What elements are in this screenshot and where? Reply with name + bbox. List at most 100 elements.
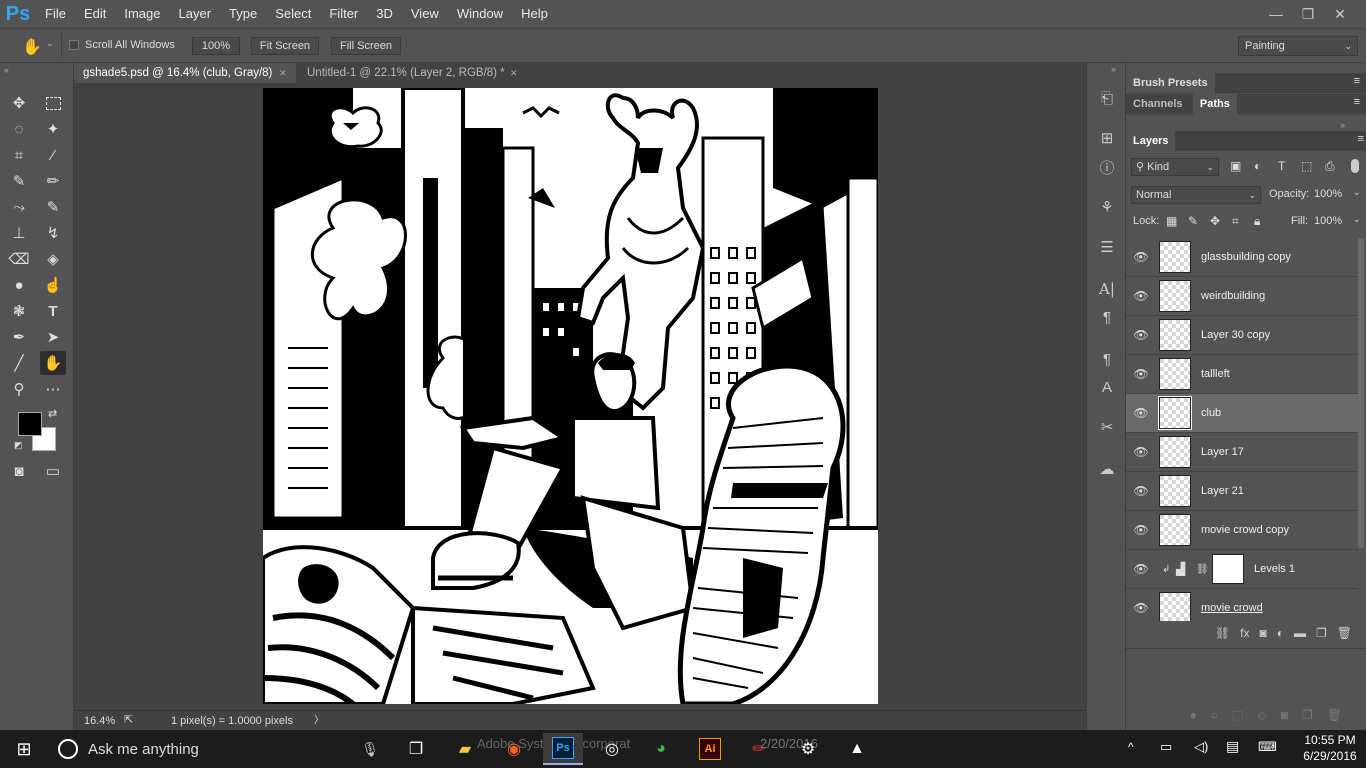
hand-icon[interactable]: ✋ <box>22 37 42 57</box>
adjustment-layer-icon[interactable]: ◐ <box>1277 626 1284 640</box>
clock[interactable]: 10:55 PM 6/29/2016 <box>1300 732 1360 764</box>
tab-channels[interactable]: Channels <box>1126 94 1190 114</box>
lock-position-icon[interactable]: ✥ <box>1210 214 1220 228</box>
menu-edit[interactable]: Edit <box>75 0 115 28</box>
hand-tool-icon[interactable]: ✋ <box>40 351 66 375</box>
eye-icon[interactable]: 👁︎ <box>1126 367 1156 381</box>
menu-help[interactable]: Help <box>512 0 557 28</box>
delete-layer-icon[interactable]: 🗑︎ <box>1337 626 1352 640</box>
tool-presets-icon[interactable]: ✂ <box>1095 416 1119 438</box>
history-icon[interactable]: ⎗ <box>1095 87 1119 109</box>
status-menu-icon[interactable]: 〉 <box>314 712 324 730</box>
opacity-value[interactable]: 100% <box>1314 188 1342 200</box>
close-icon[interactable]: ✕ <box>510 63 518 83</box>
panel-menu-icon[interactable]: ≡ <box>1354 96 1360 108</box>
illustrator-taskbar-icon[interactable]: Ai <box>690 733 730 765</box>
new-group-icon[interactable]: ▬ <box>1294 626 1306 640</box>
layer-row-selected[interactable]: 👁︎ club <box>1126 394 1358 433</box>
more-tools-icon[interactable]: ⋯ <box>40 377 66 401</box>
lock-image-icon[interactable]: ✎ <box>1188 214 1198 228</box>
menu-image[interactable]: Image <box>115 0 169 28</box>
fill-screen-button[interactable]: Fill Screen <box>331 37 401 55</box>
healing-brush-icon[interactable]: ✎ <box>6 169 32 193</box>
show-hidden-icons[interactable]: ^ <box>1128 740 1134 754</box>
load-selection-icon[interactable]: ⬚ <box>1232 708 1243 722</box>
eye-icon[interactable]: 👁︎ <box>1126 601 1156 615</box>
stamp-tool-icon[interactable]: ⊥ <box>6 221 32 245</box>
eraser-icon[interactable]: ⌫ <box>6 247 32 271</box>
add-mask-icon[interactable]: ◙ <box>1281 708 1288 722</box>
zoom-tool-icon[interactable]: ⚲ <box>6 377 32 401</box>
character-styles-icon[interactable]: A <box>1095 376 1119 398</box>
restore-button[interactable]: ❐ <box>1292 2 1324 26</box>
layer-row[interactable]: 👁︎ movie crowd <box>1126 589 1358 621</box>
swap-colors-icon[interactable]: ⇄ <box>48 407 57 420</box>
eye-icon[interactable]: 👁︎ <box>1126 328 1156 342</box>
layer-row[interactable]: 👁︎ weirdbuilding <box>1126 277 1358 316</box>
photoshop-taskbar-icon[interactable]: Ps <box>543 733 583 765</box>
eye-icon[interactable]: 👁︎ <box>1126 523 1156 537</box>
pencil-app-icon[interactable]: ✏ <box>739 733 779 765</box>
menu-view[interactable]: View <box>402 0 448 28</box>
notifications-icon[interactable]: ▤ <box>1226 738 1239 755</box>
layer-row[interactable]: 👁︎ Layer 21 <box>1126 472 1358 511</box>
minimize-button[interactable]: — <box>1260 2 1292 26</box>
type-filter-icon[interactable]: T <box>1278 159 1285 173</box>
zoom-100-button[interactable]: 100% <box>192 37 240 55</box>
eyedropper-icon[interactable]: ⁄ <box>40 143 66 167</box>
default-colors-icon[interactable]: ◩ <box>14 440 23 451</box>
panel-menu-icon[interactable]: ≡ <box>1358 133 1364 145</box>
lasso-tool-icon[interactable]: ◌ <box>6 117 32 141</box>
delete-path-icon[interactable]: 🗑︎ <box>1327 708 1342 722</box>
panel-menu-icon[interactable]: ≡ <box>1354 75 1360 87</box>
link-layers-icon[interactable]: ⛓︎ <box>1215 626 1230 640</box>
volume-icon[interactable]: ◁) <box>1194 739 1208 755</box>
quick-mask-icon[interactable]: ◙ <box>6 459 32 483</box>
fit-screen-button[interactable]: Fit Screen <box>251 37 319 55</box>
libraries-icon[interactable]: ☁ <box>1095 458 1119 480</box>
keyboard-icon[interactable]: ⌨ <box>1258 739 1277 755</box>
crop-tool-icon[interactable]: ⌗ <box>6 143 32 167</box>
layer-row[interactable]: 👁︎ glassbuilding copy <box>1126 238 1358 277</box>
artwork-canvas[interactable] <box>263 88 878 704</box>
pen-tool-icon[interactable]: ✒ <box>6 325 32 349</box>
make-work-path-icon[interactable]: ◇ <box>1258 708 1267 722</box>
layer-filter-select[interactable]: ⚲ Kind ⌄ <box>1131 158 1219 176</box>
tab-paths[interactable]: Paths <box>1192 94 1237 114</box>
windows-start-icon[interactable]: ⊞ <box>4 733 44 765</box>
close-button[interactable]: ✕ <box>1324 2 1356 26</box>
paragraph-styles-icon[interactable]: ¶ <box>1095 348 1119 370</box>
type-tool-icon[interactable]: T <box>40 299 66 323</box>
collapse-icon[interactable]: » <box>1111 64 1116 74</box>
info-icon[interactable]: ⓘ <box>1095 156 1119 178</box>
menu-window[interactable]: Window <box>448 0 512 28</box>
smart-object-filter-icon[interactable]: ⎙ <box>1325 159 1335 174</box>
image-filter-icon[interactable]: ▣ <box>1230 159 1241 173</box>
tab-untitled-1[interactable]: Untitled-1 @ 22.1% (Layer 2, RGB/8) * ✕ <box>298 63 528 83</box>
layer-row[interactable]: 👁︎ movie crowd copy <box>1126 511 1358 550</box>
properties-icon[interactable]: ⊞ <box>1095 127 1119 149</box>
menu-type[interactable]: Type <box>220 0 266 28</box>
character-icon[interactable]: A| <box>1095 278 1119 300</box>
collapse-icon[interactable]: « <box>4 65 9 75</box>
workspace-select[interactable]: Painting ⌄ <box>1238 36 1358 56</box>
menu-3d[interactable]: 3D <box>367 0 402 28</box>
layer-row[interactable]: 👁︎ Layer 30 copy <box>1126 316 1358 355</box>
eye-icon[interactable]: 👁︎ <box>1126 250 1156 264</box>
tab-layers[interactable]: Layers <box>1126 131 1176 151</box>
network-icon[interactable]: ▭ <box>1160 739 1172 755</box>
menu-file[interactable]: File <box>36 0 75 28</box>
art-history-brush-icon[interactable]: ↯ <box>40 221 66 245</box>
scroll-all-windows-checkbox[interactable] <box>69 40 79 50</box>
line-tool-icon[interactable]: ╱ <box>6 351 32 375</box>
fill-path-icon[interactable]: ● <box>1190 708 1197 722</box>
eye-icon[interactable]: 👁︎ <box>1126 289 1156 303</box>
move-tool-icon[interactable]: ✥ <box>6 91 32 115</box>
share-icon[interactable]: ⇱ <box>124 711 133 729</box>
layer-row-adjustment[interactable]: 👁︎ ↲ ▟ ⛓︎ Levels 1 <box>1126 550 1358 589</box>
app-icon[interactable]: ◎ <box>592 733 632 765</box>
eye-icon[interactable]: 👁︎ <box>1126 484 1156 498</box>
cortana-search[interactable]: Ask me anything 🎙︎ <box>48 730 393 768</box>
origin-icon[interactable]: ◉ <box>494 733 534 765</box>
new-path-icon[interactable]: ❐ <box>1302 708 1313 722</box>
